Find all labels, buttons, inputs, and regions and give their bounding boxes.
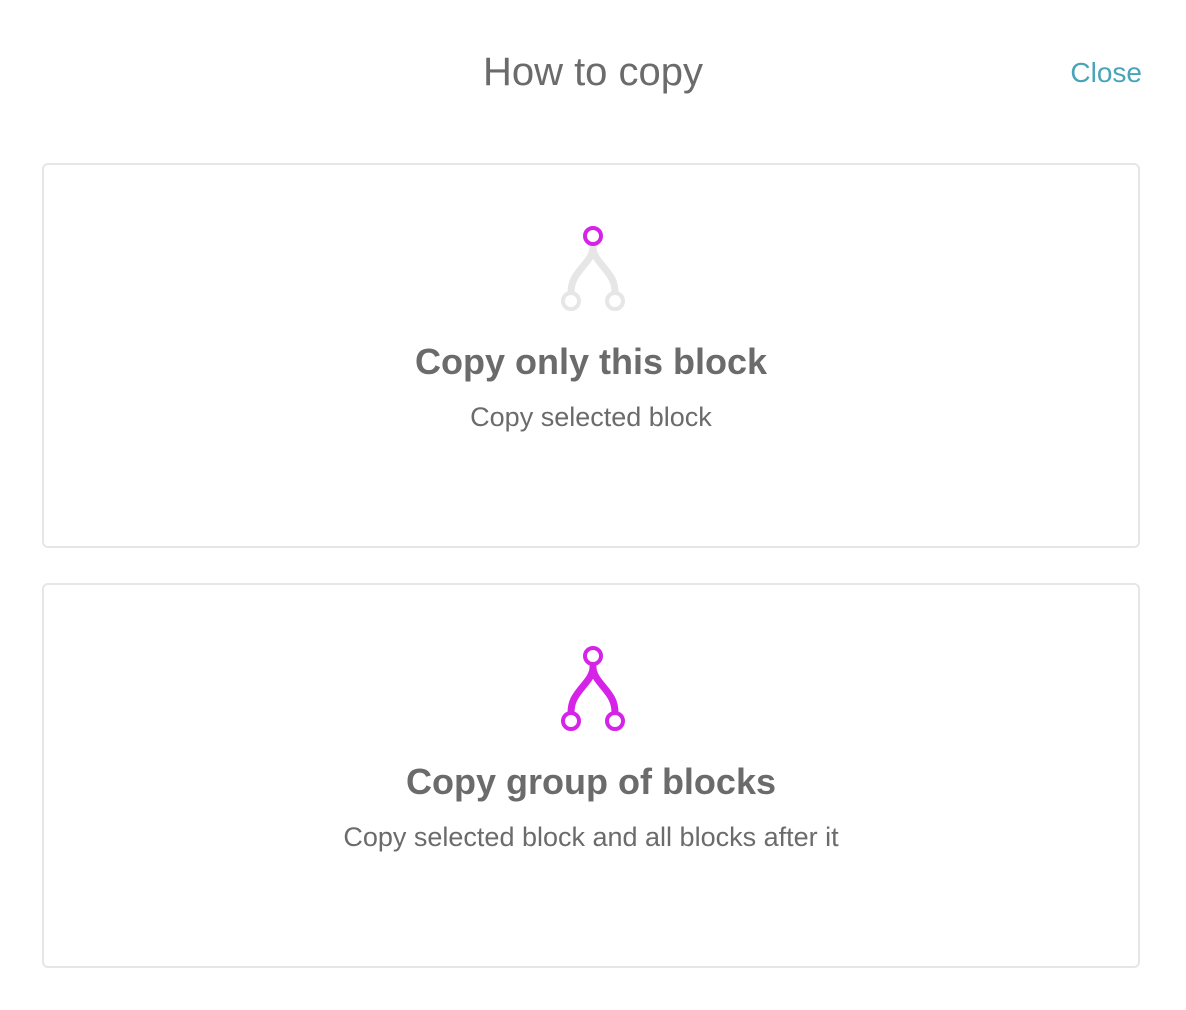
branch-icon-group — [561, 646, 625, 731]
branch-icon-single — [561, 226, 625, 311]
copy-dialog: How to copy Close Copy only this block C… — [0, 0, 1186, 1010]
close-button[interactable]: Close — [1070, 56, 1142, 90]
dialog-title: How to copy — [482, 50, 704, 94]
option-copy-group-of-blocks[interactable]: Copy group of blocks Copy selected block… — [42, 583, 1140, 968]
option-copy-single-block[interactable]: Copy only this block Copy selected block — [42, 163, 1140, 548]
option-title: Copy only this block — [414, 341, 768, 382]
option-description: Copy selected block — [470, 402, 712, 432]
option-description: Copy selected block and all blocks after… — [343, 822, 839, 852]
option-title: Copy group of blocks — [405, 761, 776, 802]
